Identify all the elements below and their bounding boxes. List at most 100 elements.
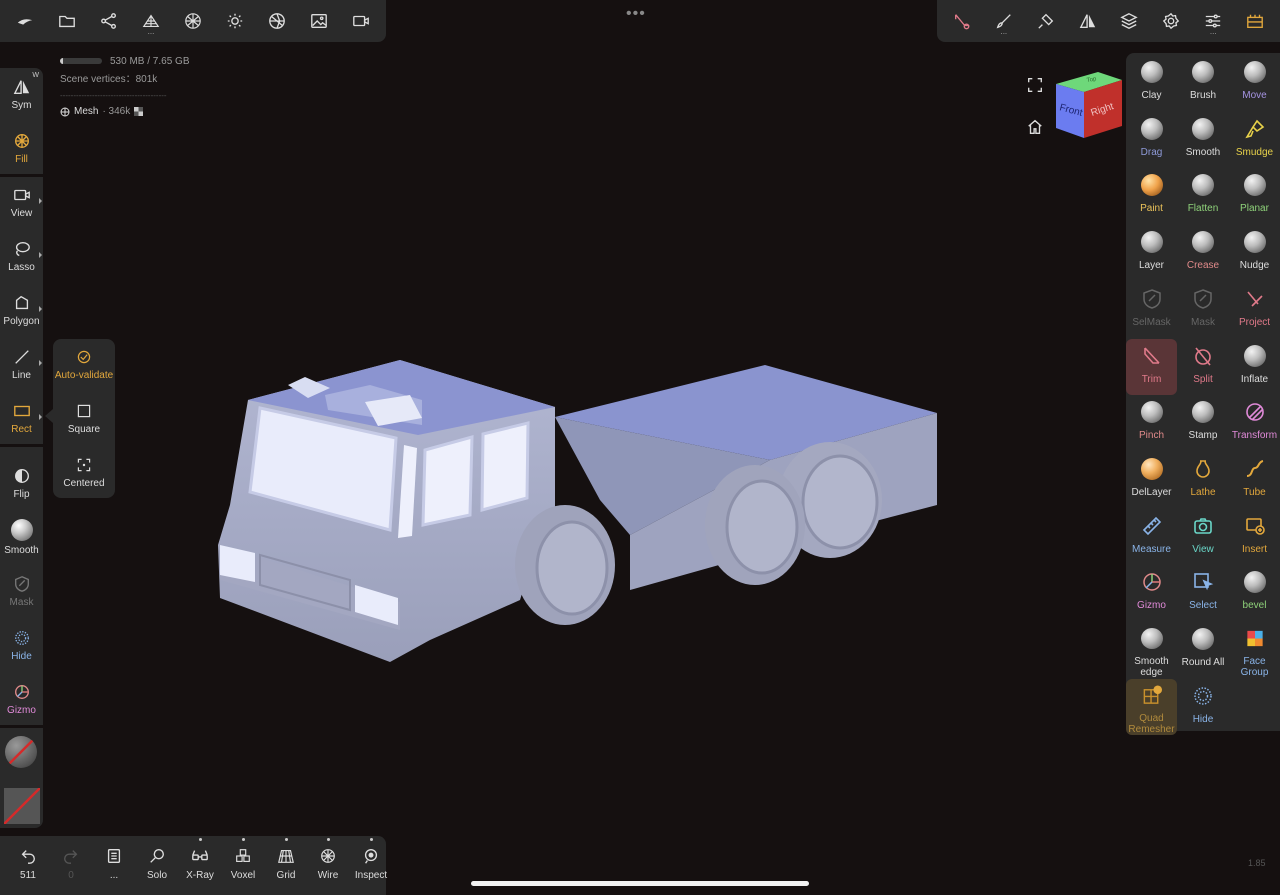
mask-button[interactable]: Mask: [0, 565, 43, 617]
fullscreen-icon[interactable]: [1025, 75, 1045, 95]
rect-button[interactable]: Rect: [0, 392, 43, 444]
tool-planar[interactable]: Planar: [1229, 168, 1280, 224]
gizmo-button[interactable]: Gizmo: [0, 673, 43, 725]
line-button[interactable]: Line: [0, 338, 43, 390]
scene-graph-icon[interactable]: [94, 6, 124, 36]
tool-clay[interactable]: Clay: [1126, 55, 1177, 111]
tool-trim[interactable]: Trim: [1126, 338, 1177, 395]
tool-layer[interactable]: Layer: [1126, 225, 1177, 281]
flip-button[interactable]: Flip: [0, 457, 43, 509]
tool-label: Mask: [1191, 316, 1215, 328]
camera-icon[interactable]: [346, 6, 376, 36]
polygon-button[interactable]: Polygon: [0, 284, 43, 336]
tool-bevel[interactable]: bevel: [1229, 565, 1280, 621]
tool-smudge[interactable]: Smudge: [1229, 112, 1280, 168]
tool-label: bevel: [1242, 600, 1267, 612]
redo-button[interactable]: 0: [50, 840, 92, 888]
tool-insert[interactable]: Insert: [1229, 509, 1280, 565]
lasso-button[interactable]: Lasso: [0, 230, 43, 282]
material-icon[interactable]: [262, 6, 292, 36]
layers-icon[interactable]: [1114, 6, 1144, 36]
tool-dellayer[interactable]: DelLayer: [1126, 452, 1177, 508]
sliders-icon[interactable]: ...: [1198, 6, 1228, 36]
nomad-logo-icon[interactable]: [10, 6, 40, 36]
tool-mask[interactable]: Mask: [1178, 282, 1229, 338]
paint-icon: [1140, 174, 1163, 197]
solo-button[interactable]: Solo: [136, 840, 178, 888]
tool-face-group[interactable]: Face Group: [1229, 622, 1280, 678]
option-dot-icon: [241, 838, 245, 841]
multires-icon[interactable]: ...: [136, 6, 166, 36]
tool-hide[interactable]: Hide: [1178, 679, 1229, 735]
auto-validate-option[interactable]: Auto-validate: [53, 339, 115, 391]
tool-flatten[interactable]: Flatten: [1178, 168, 1229, 224]
stroke-settings-icon[interactable]: [1031, 6, 1061, 36]
tool-measure[interactable]: Measure: [1126, 509, 1177, 565]
folder-icon[interactable]: [52, 6, 82, 36]
material-preview[interactable]: [5, 736, 37, 768]
fill-label: Fill: [15, 153, 28, 165]
tool-nudge[interactable]: Nudge: [1229, 225, 1280, 281]
home-icon[interactable]: [1025, 117, 1045, 137]
tool-split[interactable]: Split: [1178, 339, 1229, 395]
square-label: Square: [67, 424, 101, 435]
tool-inflate[interactable]: Inflate: [1229, 339, 1280, 395]
background-image-icon[interactable]: [304, 6, 334, 36]
grid-button[interactable]: Grid: [265, 838, 307, 888]
light-icon[interactable]: [220, 6, 250, 36]
brush-settings-icon[interactable]: ...: [989, 6, 1019, 36]
tool-label: Clay: [1141, 90, 1162, 101]
tool-smooth[interactable]: Smooth: [1178, 112, 1229, 168]
tool-brush[interactable]: Brush: [1178, 55, 1229, 111]
matcap-preview[interactable]: [4, 788, 40, 824]
trim-tool-icon[interactable]: [947, 6, 977, 36]
tool-label: DelLayer: [1131, 486, 1172, 498]
option-dot-icon: [326, 838, 330, 841]
gizmo-label: Gizmo: [7, 704, 36, 716]
square-option[interactable]: Square: [53, 393, 115, 445]
voxel-button[interactable]: Voxel: [222, 838, 264, 888]
interface-icon[interactable]: [1240, 6, 1270, 36]
tool-view[interactable]: View: [1178, 509, 1229, 565]
tool-select[interactable]: Select: [1178, 565, 1229, 621]
tool-stamp[interactable]: Stamp: [1178, 395, 1229, 451]
tool-tube[interactable]: Tube: [1229, 452, 1280, 508]
tool-drag[interactable]: Drag: [1126, 112, 1177, 168]
inspect-button[interactable]: Inspect: [350, 838, 392, 888]
tool-round-all[interactable]: Round All: [1178, 622, 1229, 678]
smooth-button[interactable]: Smooth: [0, 511, 43, 563]
tool-gizmo[interactable]: Gizmo: [1126, 565, 1177, 621]
home-indicator[interactable]: [471, 881, 809, 886]
sym-button[interactable]: W Sym: [0, 68, 43, 120]
tool-selmask[interactable]: SelMask: [1126, 282, 1177, 338]
xray-button[interactable]: X-Ray: [179, 838, 221, 888]
bottom-toolbar: 511 0 ... Solo X-Ray Voxel Grid Wire Ins…: [0, 836, 387, 895]
camera-icon: [13, 189, 30, 200]
settings-icon[interactable]: [1156, 6, 1186, 36]
tool-transform[interactable]: Transform: [1229, 395, 1280, 451]
wire-button[interactable]: Wire: [307, 838, 349, 888]
tool-paint[interactable]: Paint: [1126, 168, 1177, 224]
symmetry-icon[interactable]: [1073, 6, 1103, 36]
mesh-row[interactable]: Mesh · 346k: [60, 106, 190, 117]
tool-project[interactable]: Project: [1229, 282, 1280, 338]
undo-button[interactable]: 511: [7, 840, 49, 888]
tool-pinch[interactable]: Pinch: [1126, 395, 1177, 451]
tool-smooth-edge[interactable]: Smooth edge: [1126, 622, 1177, 678]
topology-icon[interactable]: [178, 6, 208, 36]
tool-label: Lathe: [1190, 486, 1216, 498]
tool-lathe[interactable]: Lathe: [1178, 452, 1229, 508]
view-cube[interactable]: Top Front Right: [1054, 70, 1124, 140]
centered-option[interactable]: Centered: [53, 447, 115, 499]
divider: [0, 444, 43, 447]
tool-crease[interactable]: Crease: [1178, 225, 1229, 281]
view-button[interactable]: View: [0, 176, 43, 228]
fill-button[interactable]: Fill: [0, 122, 43, 174]
hide-button[interactable]: Hide: [0, 619, 43, 671]
disabled-slash-icon: [5, 736, 37, 768]
history-button[interactable]: ...: [93, 840, 135, 888]
tool-move[interactable]: Move: [1229, 55, 1280, 111]
more-options-icon[interactable]: •••: [626, 5, 646, 23]
submenu-arrow: [45, 409, 53, 423]
tool-quad-remesher[interactable]: Quad Remesher: [1126, 678, 1177, 735]
